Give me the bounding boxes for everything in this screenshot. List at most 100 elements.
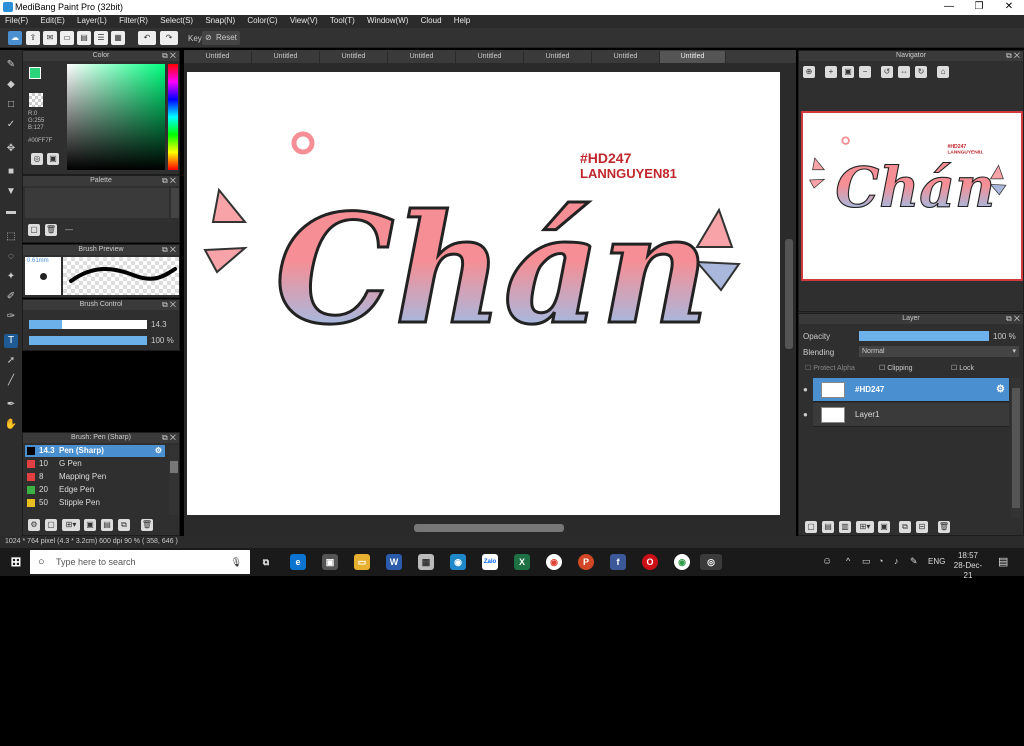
merge-layer-icon[interactable]: ⊟: [916, 521, 928, 533]
battery-icon[interactable]: ▭: [862, 556, 871, 567]
tab-untitled-5[interactable]: Untitled: [456, 51, 524, 63]
brush-settings-icon[interactable]: ⚙: [28, 519, 40, 531]
shape-tool-icon[interactable]: □: [4, 98, 18, 112]
brush-gear-icon[interactable]: ⚙: [155, 445, 162, 457]
menu-file[interactable]: File(F): [0, 15, 33, 26]
visibility-eye-icon[interactable]: ●: [803, 385, 808, 394]
upload-icon[interactable]: ⇪: [26, 31, 40, 45]
transparent-swatch[interactable]: [29, 93, 43, 107]
clipping-checkbox[interactable]: ☐ Clipping: [879, 364, 913, 372]
pen-tray-icon[interactable]: ✎: [910, 556, 918, 567]
bucket-tool-icon[interactable]: ▼: [4, 185, 18, 199]
palette-scrollbar[interactable]: [171, 188, 179, 218]
brush-size-slider[interactable]: [29, 320, 147, 329]
eraser-tool-icon[interactable]: ◆: [4, 78, 18, 92]
maximize-button[interactable]: ❐: [964, 0, 994, 15]
eyedropper-tool-icon[interactable]: ✒: [4, 398, 18, 412]
cloud-icon[interactable]: ☁: [8, 31, 22, 45]
clock[interactable]: 18:57 28-Dec-21: [950, 551, 986, 581]
divide-tool-icon[interactable]: ╱: [4, 374, 18, 388]
word-icon[interactable]: W: [386, 554, 402, 570]
language-indicator[interactable]: ENG: [928, 557, 945, 566]
menu-snap[interactable]: Snap(N): [200, 15, 240, 26]
menu-window[interactable]: Window(W): [362, 15, 413, 26]
duplicate-layer-icon[interactable]: ⧉: [899, 521, 911, 533]
brush-folder-icon[interactable]: ▣: [84, 519, 96, 531]
windows-start-icon[interactable]: ⊞: [8, 554, 24, 570]
zoom-out-icon[interactable]: −: [859, 66, 871, 78]
volume-icon[interactable]: ♪: [894, 556, 899, 566]
facebook-icon[interactable]: f: [610, 554, 626, 570]
zalo-icon[interactable]: Zalo: [482, 554, 498, 570]
edge-icon[interactable]: e: [290, 554, 306, 570]
task-view-icon[interactable]: ⧉: [258, 554, 274, 570]
grid-icon[interactable]: ▦: [111, 31, 125, 45]
chrome-icon[interactable]: ◉: [546, 554, 562, 570]
delete-brush-icon[interactable]: 🗑: [141, 519, 153, 531]
app-grid-icon[interactable]: ▦: [418, 554, 434, 570]
navigator-lock-icon[interactable]: ⌂: [937, 66, 949, 78]
brush-list-scrollbar[interactable]: [169, 445, 179, 515]
tray-chevron-icon[interactable]: ^: [846, 556, 850, 566]
layer-settings-icon[interactable]: ⚙: [996, 378, 1005, 402]
layer-scrollbar[interactable]: [1011, 378, 1021, 518]
menu-color[interactable]: Color(C): [242, 15, 282, 26]
hue-slider[interactable]: [168, 64, 178, 170]
menu-edit[interactable]: Edit(E): [35, 15, 69, 26]
navigator-preview[interactable]: Chán #HD247 LANNGUYEN81: [801, 111, 1023, 281]
gradient-tool-icon[interactable]: ▬: [4, 205, 18, 219]
color-history-icon[interactable]: ▣: [47, 153, 59, 165]
palette-wheel-icon[interactable]: ◎: [31, 153, 43, 165]
store-icon[interactable]: ▣: [322, 554, 338, 570]
canvas-horizontal-scrollbar[interactable]: [190, 523, 786, 533]
medibang-taskbar-icon[interactable]: ◎: [700, 554, 722, 570]
minimize-button[interactable]: —: [934, 0, 964, 15]
operation-tool-icon[interactable]: ➚: [4, 354, 18, 368]
rect-fill-tool-icon[interactable]: ■: [4, 165, 18, 179]
menu-cloud[interactable]: Cloud: [416, 15, 447, 26]
layer-opacity-slider[interactable]: [859, 331, 989, 341]
rotate-left-icon[interactable]: ↺: [881, 66, 893, 78]
list-icon[interactable]: ☰: [94, 31, 108, 45]
select-tool-icon[interactable]: ⬚: [4, 230, 18, 244]
browser-icon[interactable]: ◉: [450, 554, 466, 570]
brush-opacity-slider[interactable]: [29, 336, 147, 345]
rotate-right-icon[interactable]: ↻: [915, 66, 927, 78]
magic-wand-tool-icon[interactable]: ✦: [4, 270, 18, 284]
new-palette-icon[interactable]: ▢: [28, 224, 40, 236]
new-8bit-layer-icon[interactable]: ▥: [839, 521, 851, 533]
taskbar-search-box[interactable]: ○ Type here to search 🎙: [30, 550, 250, 574]
brush-item[interactable]: 10 G Pen: [25, 458, 165, 470]
flip-icon[interactable]: ⇔: [898, 66, 910, 78]
layer-row-hd247[interactable]: #HD247 ⚙: [813, 378, 1009, 402]
delete-layer-icon[interactable]: 🗑: [938, 521, 950, 533]
drawing-canvas[interactable]: Chán #HD247 LANNGUYEN81: [187, 72, 780, 515]
tab-untitled-7[interactable]: Untitled: [592, 51, 660, 63]
tab-untitled-3[interactable]: Untitled: [320, 51, 388, 63]
menu-help[interactable]: Help: [449, 15, 475, 26]
excel-icon[interactable]: X: [514, 554, 530, 570]
tab-untitled-4[interactable]: Untitled: [388, 51, 456, 63]
microphone-icon[interactable]: 🎙: [231, 550, 242, 574]
brush-item[interactable]: 8 Mapping Pen: [25, 471, 165, 483]
chrome-profile-icon[interactable]: ◉: [674, 554, 690, 570]
add-layer-dropdown-icon[interactable]: ⊞▾: [856, 521, 874, 533]
text-tool-icon[interactable]: T: [4, 334, 18, 348]
powerpoint-icon[interactable]: P: [578, 554, 594, 570]
tab-untitled-2[interactable]: Untitled: [252, 51, 320, 63]
menu-select[interactable]: Select(S): [155, 15, 198, 26]
new-halftone-layer-icon[interactable]: ▤: [822, 521, 834, 533]
tab-untitled-8[interactable]: Untitled: [660, 51, 726, 63]
close-button[interactable]: ✕: [994, 0, 1024, 15]
foreground-color-swatch[interactable]: [29, 67, 41, 79]
fit-icon[interactable]: ▣: [842, 66, 854, 78]
menu-view[interactable]: View(V): [285, 15, 323, 26]
lasso-tool-icon[interactable]: ◌: [4, 250, 18, 264]
brush-tool-icon[interactable]: ✎: [4, 58, 18, 72]
brush-item[interactable]: 20 Edge Pen: [25, 484, 165, 496]
menu-tool[interactable]: Tool(T): [325, 15, 360, 26]
undo-icon[interactable]: ↶: [138, 31, 156, 45]
new-layer-icon[interactable]: ▢: [805, 521, 817, 533]
comment-icon[interactable]: ✉: [43, 31, 57, 45]
delete-palette-icon[interactable]: 🗑: [45, 224, 57, 236]
